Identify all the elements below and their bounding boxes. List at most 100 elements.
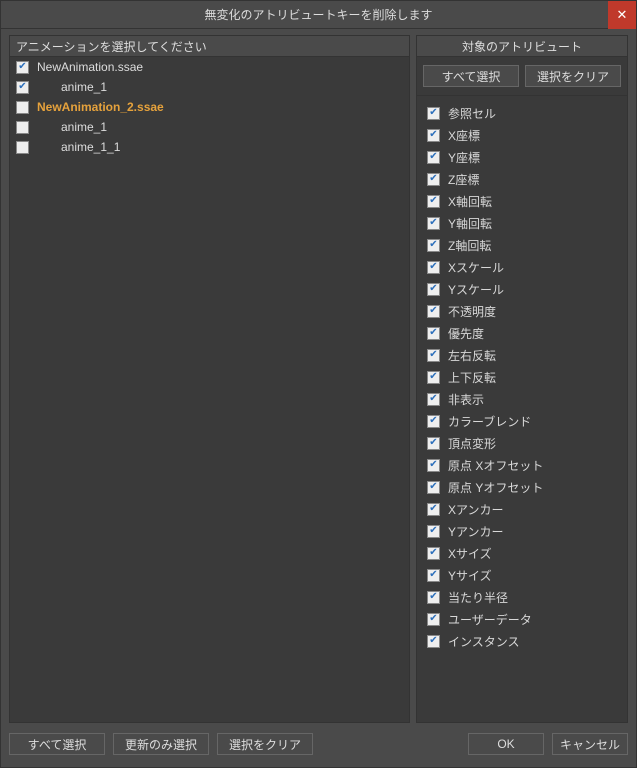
attribute-item[interactable]: ✔Z座標	[417, 168, 627, 190]
attribute-item[interactable]: ✔ X座標	[417, 124, 627, 146]
attribute-item[interactable]: ✔ 左右反転	[417, 344, 627, 366]
checkbox-icon[interactable]: ✔	[427, 503, 440, 516]
attribute-item[interactable]: ✔ 不透明度	[417, 300, 627, 322]
animation-tree[interactable]: ✔NewAnimation.ssae✔anime_1✔NewAnimation_…	[9, 57, 410, 723]
attribute-item[interactable]: ✔ X軸回転	[417, 190, 627, 212]
close-button[interactable]: ✕	[608, 1, 636, 29]
tree-item[interactable]: ✔ anime_1	[10, 117, 409, 137]
attribute-item[interactable]: ✔ Xスケール	[417, 256, 627, 278]
clear-selection-button[interactable]: 選択をクリア	[217, 733, 313, 755]
attribute-item[interactable]: ✔ カラーブレンド	[417, 410, 627, 432]
attribute-label: Z軸回転	[448, 237, 491, 254]
checkbox-icon[interactable]: ✔	[427, 217, 440, 230]
tree-item-label: anime_1_1	[37, 140, 120, 154]
attribute-item[interactable]: ✔ Xアンカー	[417, 498, 627, 520]
attribute-item[interactable]: ✔ Z軸回転	[417, 234, 627, 256]
tree-item-label: anime_1	[37, 120, 107, 134]
attribute-label: Xスケール	[448, 259, 504, 276]
attribute-label: Xサイズ	[448, 545, 492, 562]
checkbox-icon[interactable]: ✔	[427, 635, 440, 648]
tree-item[interactable]: ✔ anime_1	[10, 77, 409, 97]
checkbox-icon[interactable]: ✔	[427, 327, 440, 340]
select-all-attributes-button[interactable]: すべて選択	[423, 65, 519, 87]
tree-item-label: anime_1	[37, 80, 107, 94]
attribute-buttons: すべて選択 選択をクリア	[416, 57, 628, 96]
checkbox-icon[interactable]: ✔	[427, 239, 440, 252]
checkbox-icon[interactable]: ✔	[16, 61, 29, 74]
attribute-item[interactable]: ✔頂点変形	[417, 432, 627, 454]
attribute-label: カラーブレンド	[448, 413, 531, 430]
checkbox-icon[interactable]: ✔	[16, 121, 29, 134]
attribute-item[interactable]: ✔ 非表示	[417, 388, 627, 410]
checkbox-icon[interactable]: ✔	[427, 613, 440, 626]
attribute-item[interactable]: ✔ 上下反転	[417, 366, 627, 388]
attribute-label: 原点 Yオフセット	[448, 479, 543, 496]
checkbox-icon[interactable]: ✔	[427, 107, 440, 120]
attribute-item[interactable]: ✔ Y座標	[417, 146, 627, 168]
checkbox-icon[interactable]: ✔	[16, 81, 29, 94]
checkbox-icon[interactable]: ✔	[427, 261, 440, 274]
cancel-button[interactable]: キャンセル	[552, 733, 628, 755]
content: アニメーションを選択してください ✔NewAnimation.ssae✔anim…	[1, 29, 636, 723]
titlebar: 無変化のアトリビュートキーを削除します ✕	[1, 1, 636, 29]
tree-item[interactable]: ✔NewAnimation.ssae	[10, 57, 409, 77]
close-icon: ✕	[617, 7, 628, 23]
attribute-panel: 対象のアトリビュート すべて選択 選択をクリア ✔参照セル✔X座標✔Y座標✔Z座…	[416, 35, 628, 723]
attribute-label: 原点 Xオフセット	[448, 457, 543, 474]
footer-left-buttons: すべて選択 更新のみ選択 選択をクリア	[9, 733, 313, 755]
attribute-item[interactable]: ✔参照セル	[417, 102, 627, 124]
attribute-item[interactable]: ✔Yアンカー	[417, 520, 627, 542]
select-all-button[interactable]: すべて選択	[9, 733, 105, 755]
attribute-label: Y座標	[448, 149, 480, 166]
attribute-label: 左右反転	[448, 347, 496, 364]
checkbox-icon[interactable]: ✔	[427, 569, 440, 582]
attribute-label: X座標	[448, 127, 480, 144]
animation-panel: アニメーションを選択してください ✔NewAnimation.ssae✔anim…	[9, 35, 410, 723]
attribute-item[interactable]: ✔Yサイズ	[417, 564, 627, 586]
checkbox-icon[interactable]: ✔	[427, 481, 440, 494]
attribute-item[interactable]: ✔ インスタンス	[417, 630, 627, 652]
attribute-item[interactable]: ✔当たり半径	[417, 586, 627, 608]
attribute-item[interactable]: ✔ Y軸回転	[417, 212, 627, 234]
checkbox-icon[interactable]: ✔	[427, 173, 440, 186]
attribute-label: Y軸回転	[448, 215, 492, 232]
checkbox-icon[interactable]: ✔	[16, 141, 29, 154]
attribute-label: Yスケール	[448, 281, 504, 298]
tree-item[interactable]: ✔ anime_1_1	[10, 137, 409, 157]
checkbox-icon[interactable]: ✔	[427, 349, 440, 362]
checkbox-icon[interactable]: ✔	[427, 393, 440, 406]
attribute-label: 優先度	[448, 325, 484, 342]
attribute-label: X軸回転	[448, 193, 492, 210]
ok-button[interactable]: OK	[468, 733, 544, 755]
footer: すべて選択 更新のみ選択 選択をクリア OK キャンセル	[1, 723, 636, 767]
attribute-label: 非表示	[448, 391, 484, 408]
attribute-list[interactable]: ✔参照セル✔X座標✔Y座標✔Z座標✔X軸回転✔Y軸回転✔Z軸回転✔Xスケール✔Y…	[416, 96, 628, 723]
attribute-item[interactable]: ✔ユーザーデータ	[417, 608, 627, 630]
checkbox-icon[interactable]: ✔	[427, 459, 440, 472]
checkbox-icon[interactable]: ✔	[427, 195, 440, 208]
attribute-item[interactable]: ✔ 原点 Xオフセット	[417, 454, 627, 476]
checkbox-icon[interactable]: ✔	[427, 437, 440, 450]
attribute-item[interactable]: ✔ Yスケール	[417, 278, 627, 300]
attribute-label: 上下反転	[448, 369, 496, 386]
checkbox-icon[interactable]: ✔	[427, 305, 440, 318]
tree-item[interactable]: ✔NewAnimation_2.ssae	[10, 97, 409, 117]
clear-attributes-button[interactable]: 選択をクリア	[525, 65, 621, 87]
attribute-label: Xアンカー	[448, 501, 504, 518]
attribute-item[interactable]: ✔ 優先度	[417, 322, 627, 344]
checkbox-icon[interactable]: ✔	[427, 151, 440, 164]
checkbox-icon[interactable]: ✔	[427, 525, 440, 538]
attribute-item[interactable]: ✔ Xサイズ	[417, 542, 627, 564]
checkbox-icon[interactable]: ✔	[427, 283, 440, 296]
checkbox-icon[interactable]: ✔	[427, 129, 440, 142]
checkbox-icon[interactable]: ✔	[427, 415, 440, 428]
attribute-label: インスタンス	[448, 633, 520, 650]
checkbox-icon[interactable]: ✔	[427, 547, 440, 560]
checkbox-icon[interactable]: ✔	[427, 371, 440, 384]
checkbox-icon[interactable]: ✔	[16, 101, 29, 114]
select-updated-button[interactable]: 更新のみ選択	[113, 733, 209, 755]
checkbox-icon[interactable]: ✔	[427, 591, 440, 604]
attribute-label: 不透明度	[448, 303, 496, 320]
attribute-panel-header: 対象のアトリビュート	[416, 35, 628, 57]
attribute-item[interactable]: ✔ 原点 Yオフセット	[417, 476, 627, 498]
